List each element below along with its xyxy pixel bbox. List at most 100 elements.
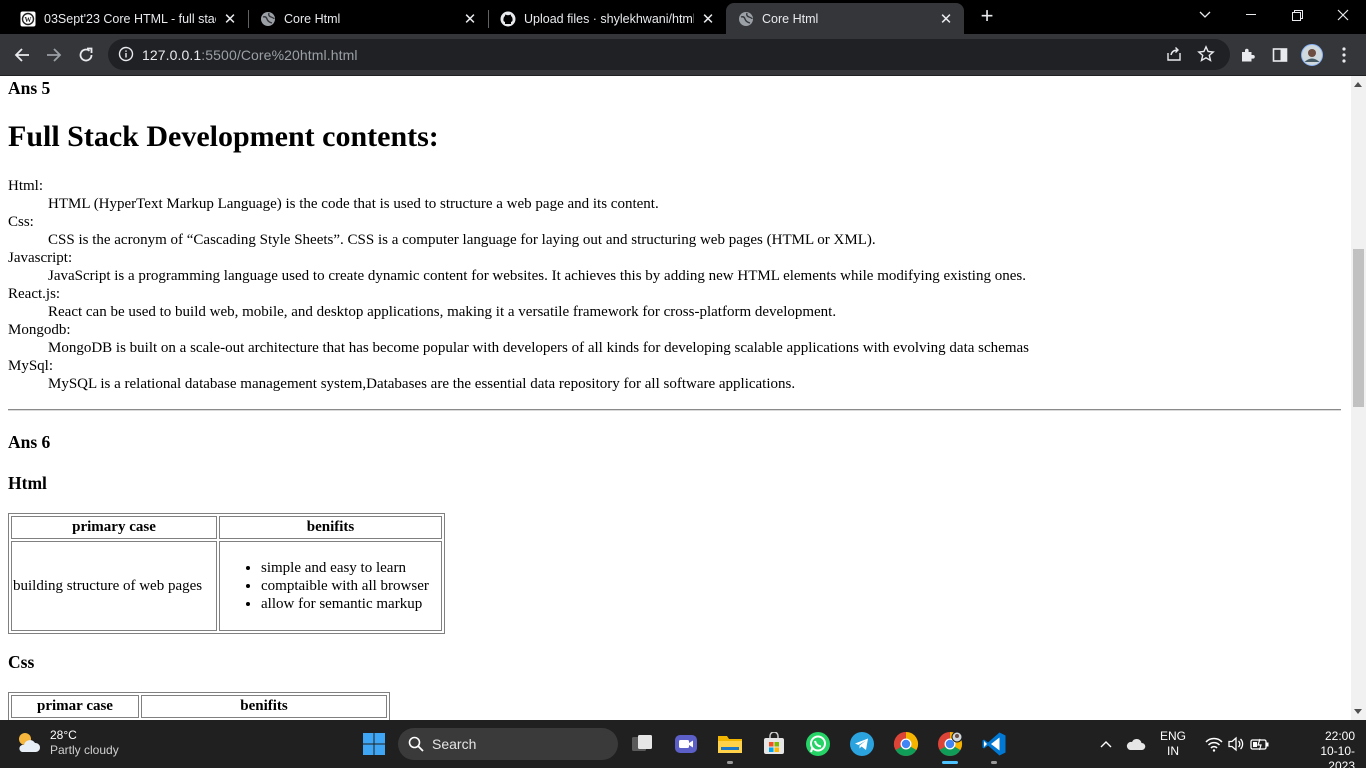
chrome-profile-button[interactable] [936,730,964,764]
region-code: IN [1167,744,1179,758]
battery-charging-icon [1250,738,1269,751]
desc-mongodb: MongoDB is built on a scale-out architec… [48,340,1029,356]
more-vert-icon [1342,47,1346,63]
start-button[interactable] [360,730,388,758]
vscode-icon [982,732,1006,756]
term-html: Html: [8,178,44,194]
battery-status[interactable] [1246,730,1274,758]
column-header: primar case [11,695,139,718]
whatsapp-button[interactable] [804,730,832,758]
term-mysql: MySql: [8,358,54,374]
file-explorer-button[interactable] [716,730,744,764]
desc-react: React can be used to build web, mobile, … [48,304,837,320]
task-view-button[interactable] [628,730,656,758]
benefits-list: simple and easy to learn comptaible with… [261,559,440,613]
close-icon[interactable]: ✕ [700,11,716,28]
tab-0[interactable]: W 03Sept'23 Core HTML - full stack ✕ [8,3,248,34]
running-indicator [727,761,733,764]
running-indicator [991,761,997,764]
speaker-icon [1228,736,1244,752]
store-bag-icon [764,732,784,754]
close-icon[interactable]: ✕ [222,11,238,28]
avatar [1301,44,1323,66]
scroll-down-arrow-icon[interactable] [1354,709,1362,714]
list-item: simple and easy to learn [261,559,440,577]
table-header-row: primary case benifits [11,516,442,539]
desc-html: HTML (HyperText Markup Language) is the … [48,196,659,212]
windows-logo-icon [363,733,385,755]
share-icon[interactable] [1165,45,1183,63]
meet-button[interactable] [672,730,700,758]
puzzle-icon [1242,48,1255,62]
horizontal-rule [8,409,1341,411]
telegram-button[interactable] [848,730,876,758]
info-icon[interactable] [118,46,134,62]
browser-toolbar: 127.0.0.1:5500/Core%20html.html [0,34,1366,76]
store-button[interactable] [760,730,788,758]
ans5-heading: Ans 5 [8,78,51,98]
restore-button[interactable] [1274,0,1320,30]
scrollbar-thumb[interactable] [1353,249,1364,407]
table-cell: simple and easy to learn comptaible with… [219,541,442,631]
vscode-button[interactable] [980,730,1008,764]
weather-condition: Partly cloudy [50,743,119,757]
svg-text:W: W [25,16,32,24]
url-text: 127.0.0.1:5500/Core%20html.html [142,47,358,63]
table-row: building structure of web pages simple a… [11,541,442,631]
side-panel-button[interactable] [1266,41,1294,69]
wifi-icon [1205,737,1223,752]
tab-title: Core Html [284,11,341,26]
minimize-button[interactable] [1228,0,1274,30]
forward-button[interactable] [40,41,68,69]
term-react: React.js: [8,286,61,302]
bookmark-star-icon[interactable] [1197,45,1215,63]
whatsapp-icon [806,732,830,756]
new-tab-button[interactable]: + [976,5,998,28]
html-section-heading: Html [8,473,47,493]
active-indicator [942,761,958,764]
chrome-profile-icon [938,731,963,757]
html-table: primary case benifits building structure… [8,513,445,634]
folder-icon [718,736,742,753]
profile-button[interactable] [1298,41,1326,69]
taskbar-search[interactable]: Search [398,728,618,760]
weather-temperature: 28°C [50,728,77,742]
chrome-button[interactable] [892,730,920,758]
page-title: Full Stack Development contents: [8,120,439,153]
chrome-icon [893,732,919,757]
close-window-button[interactable] [1320,0,1366,30]
scroll-up-arrow-icon[interactable] [1354,82,1362,87]
reload-button[interactable] [72,41,100,69]
page-viewport: Ans 5 Full Stack Development contents: H… [0,76,1366,720]
system-clock[interactable]: 22:00 10-10-2023 [1305,729,1355,768]
close-icon[interactable]: ✕ [462,11,478,28]
onedrive-button[interactable] [1122,730,1150,758]
weather-widget[interactable]: 28°C Partly cloudy [14,728,119,758]
clock-time: 22:00 [1324,729,1355,743]
show-hidden-icons-button[interactable] [1092,730,1120,758]
close-icon[interactable]: ✕ [938,11,954,28]
css-table: primar case benifits [8,692,390,720]
tab-title: Upload files · shylekhwani/html- [524,11,694,26]
tab-strip: W 03Sept'23 Core HTML - full stack ✕ Cor… [0,0,1366,34]
table-header-row: primar case benifits [11,695,387,718]
forward-arrow-icon [47,48,62,62]
address-bar[interactable]: 127.0.0.1:5500/Core%20html.html [108,39,1230,70]
input-language[interactable]: ENG IN [1160,729,1186,759]
partly-cloudy-icon [19,733,41,752]
table-cell: building structure of web pages [11,541,217,631]
extensions-button[interactable] [1234,41,1262,69]
back-button[interactable] [8,41,36,69]
tab-search-button[interactable] [1182,0,1228,30]
list-item: allow for semantic markup [261,595,440,613]
column-header: benifits [141,695,387,718]
cloud-icon [1126,738,1146,750]
tab-3-active[interactable]: Core Html ✕ [726,3,964,34]
definition-list: Html: HTML (HyperText Markup Language) i… [8,177,1029,393]
page-scrollbar[interactable] [1351,76,1366,720]
tab-2[interactable]: Upload files · shylekhwani/html- ✕ [488,3,726,34]
tab-1[interactable]: Core Html ✕ [248,3,488,34]
globe-icon [260,11,276,27]
ans6-heading: Ans 6 [8,432,51,452]
menu-button[interactable] [1330,41,1358,69]
